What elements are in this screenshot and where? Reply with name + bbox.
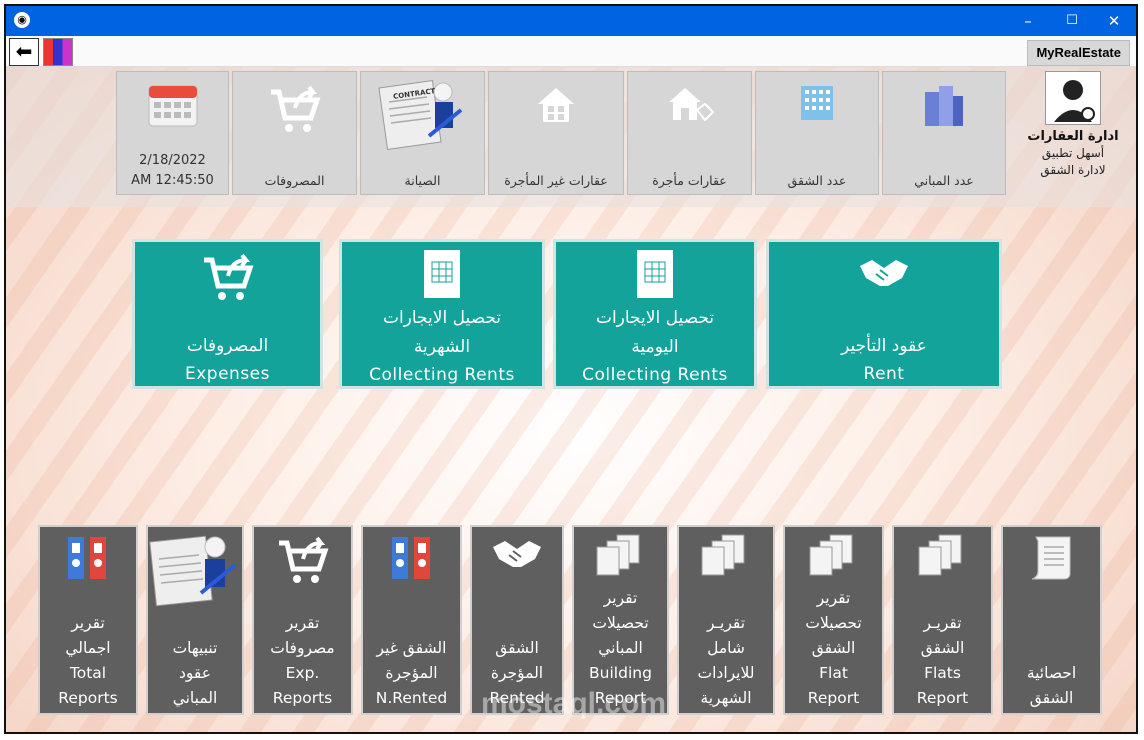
minimize-button[interactable]: –: [1006, 6, 1050, 36]
handshake-icon: [472, 533, 562, 577]
binders-icon: [363, 533, 460, 587]
dashboard: ادارة العقارات أسهل تطبيق لادارة الشقق ع…: [6, 67, 1136, 732]
buildings-icon: [883, 82, 1005, 132]
monthly-revenue-report-label: تقريـر شامل للايرادات الشهرية: [697, 614, 755, 707]
user-avatar-icon: [1045, 71, 1101, 125]
flat-collections-report-button[interactable]: تقرير تحصيلات الشقق Flat Report: [783, 525, 884, 715]
total-reports-label: تقرير اجمالي Total Reports: [58, 614, 118, 707]
time-text: AM 12:45:50: [131, 173, 214, 188]
flats-building-icon: [756, 82, 878, 126]
monthly-collecting-rents-button[interactable]: تحصيل الايجارات الشهرية Collecting Rents: [339, 239, 545, 389]
datetime-tile: 2/18/2022 AM 12:45:50: [116, 71, 229, 195]
flat-statistics-button[interactable]: احصائية الشقق: [1001, 525, 1102, 715]
maximize-button[interactable]: ☐: [1050, 6, 1094, 36]
palette-button[interactable]: [43, 38, 73, 66]
title-bar: ◉ – ☐ ✕: [6, 6, 1136, 36]
user-panel: ادارة العقارات أسهل تطبيق لادارة الشقق: [1018, 71, 1128, 197]
handshake-icon: [769, 252, 999, 296]
app-window: ◉ – ☐ ✕ ⬅ MyRealEstate ادارة العقارات أس…: [4, 4, 1138, 734]
building-contract-alerts-button[interactable]: تنبيهات عقود المباني: [146, 525, 244, 715]
expenses-reports-button[interactable]: تقرير مصروفات Exp. Reports: [252, 525, 353, 715]
flat-statistics-label: احصائية الشقق: [1026, 664, 1077, 707]
monthly-revenue-report-button[interactable]: تقريـر شامل للايرادات الشهرية: [677, 525, 775, 715]
date-text: 2/18/2022: [139, 153, 206, 168]
documents-icon: [679, 533, 773, 583]
documents-icon: [574, 533, 667, 583]
expenses-label: المصروفات: [264, 173, 325, 188]
cart-icon: [254, 533, 351, 593]
cart-icon: [135, 250, 320, 310]
user-title: ادارة العقارات: [1027, 129, 1119, 144]
contract-icon: [148, 529, 242, 613]
building-contract-alerts-label: تنبيهات عقود المباني: [172, 639, 218, 707]
not-rented-flats-button[interactable]: الشقق غير المؤجرة N.Rented: [361, 525, 462, 715]
brand-label: MyRealEstate: [1027, 40, 1130, 66]
rented-properties-label: عقارات مأجرة: [652, 173, 727, 188]
documents-icon: [785, 533, 882, 583]
not-rented-properties-label: عقارات غير المأجرة: [504, 173, 608, 188]
watermark: mostaql.com: [481, 687, 667, 720]
sheet-icon: [556, 248, 754, 304]
expenses-button[interactable]: المصروفات Expenses: [132, 239, 323, 389]
rent-contracts-label-en: Rent: [863, 364, 905, 384]
expenses-tile[interactable]: المصروفات: [232, 71, 357, 195]
flats-count-tile[interactable]: عدد الشقق: [755, 71, 879, 195]
calendar-icon: [117, 80, 228, 132]
expenses-button-label-en: Expenses: [185, 364, 270, 384]
flats-report-button[interactable]: تقريـر الشقق Flats Report: [892, 525, 993, 715]
monthly-collecting-label-ar2: الشهرية: [413, 337, 471, 357]
house-tag-icon: [628, 82, 751, 130]
monthly-collecting-label-en: Collecting Rents: [369, 365, 515, 385]
maintenance-tile[interactable]: CONTRACT الصيانة: [360, 71, 485, 195]
toolbar: ⬅ MyRealEstate: [6, 36, 1136, 67]
flats-count-label: عدد الشقق: [787, 173, 847, 188]
user-subtitle-2: لادارة الشقق: [1040, 163, 1106, 177]
maintenance-label: الصيانة: [404, 173, 441, 188]
back-button[interactable]: ⬅: [9, 38, 39, 66]
flat-collections-report-label: تقرير تحصيلات الشقق Flat Report: [805, 589, 862, 707]
documents-icon: [894, 533, 991, 583]
daily-collecting-label-ar2: اليومية: [631, 337, 679, 357]
scroll-icon: [1003, 533, 1100, 587]
daily-collecting-label-ar1: تحصيل الايجارات: [595, 308, 715, 328]
cart-icon: [233, 82, 356, 142]
not-rented-properties-tile[interactable]: عقارات غير المأجرة: [488, 71, 624, 195]
house-icon: [489, 82, 623, 130]
sheet-icon: [342, 248, 542, 304]
buildings-count-tile[interactable]: عدد المباني: [882, 71, 1006, 195]
expenses-button-label-ar: المصروفات: [186, 336, 269, 356]
binders-icon: [40, 533, 136, 587]
rent-contracts-button[interactable]: عقود التأجير Rent: [766, 239, 1002, 389]
daily-collecting-label-en: Collecting Rents: [582, 365, 728, 385]
user-subtitle-1: أسهل تطبيق: [1041, 146, 1105, 160]
flats-report-label: تقريـر الشقق Flats Report: [916, 614, 969, 707]
monthly-collecting-label-ar1: تحصيل الايجارات: [382, 308, 502, 328]
not-rented-flats-label: الشقق غير المؤجرة N.Rented: [375, 639, 448, 707]
close-button[interactable]: ✕: [1092, 6, 1136, 36]
app-icon: ◉: [14, 12, 30, 28]
rent-contracts-label-ar: عقود التأجير: [841, 336, 927, 356]
expenses-reports-label: تقرير مصروفات Exp. Reports: [270, 614, 335, 707]
buildings-count-label: عدد المباني: [914, 173, 974, 188]
contract-icon: CONTRACT: [361, 76, 484, 156]
total-reports-button[interactable]: تقرير اجمالي Total Reports: [38, 525, 138, 715]
rented-properties-tile[interactable]: عقارات مأجرة: [627, 71, 752, 195]
daily-collecting-rents-button[interactable]: تحصيل الايجارات اليومية Collecting Rents: [553, 239, 757, 389]
